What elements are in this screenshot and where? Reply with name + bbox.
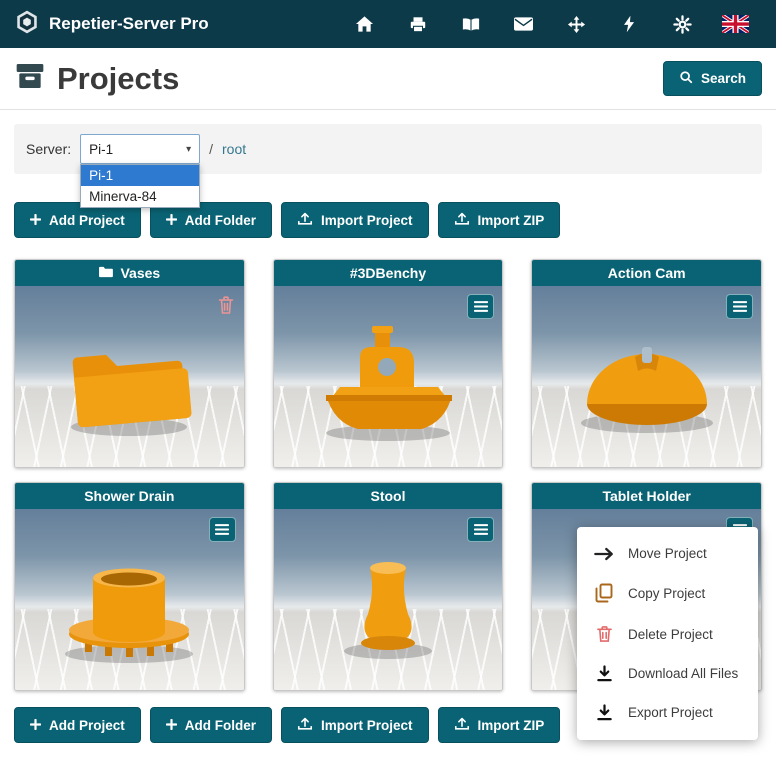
server-option-minerva84[interactable]: Minerva-84 bbox=[81, 186, 199, 207]
model-render-action-cam bbox=[547, 307, 747, 457]
navbar-icons bbox=[338, 0, 762, 48]
project-thumbnail[interactable] bbox=[532, 286, 761, 467]
projects-icon bbox=[14, 60, 46, 97]
server-bar: Server: Pi-1 ▾ Pi-1 Minerva-84 / root bbox=[14, 124, 762, 174]
server-select-value: Pi-1 bbox=[89, 142, 113, 157]
brand[interactable]: Repetier-Server Pro bbox=[14, 9, 209, 40]
page-title: Projects bbox=[57, 61, 179, 97]
upload-icon bbox=[297, 211, 313, 229]
expand-icon[interactable] bbox=[550, 0, 603, 48]
move-icon bbox=[594, 547, 614, 561]
breadcrumb-separator: / bbox=[209, 141, 213, 157]
project-title: Stool bbox=[370, 488, 405, 504]
project-thumbnail[interactable] bbox=[274, 509, 503, 690]
add-project-button-bottom[interactable]: Add Project bbox=[14, 707, 141, 743]
import-zip-button-bottom[interactable]: Import ZIP bbox=[438, 707, 561, 743]
project-thumbnail[interactable] bbox=[15, 509, 244, 690]
project-title: Vases bbox=[120, 265, 160, 281]
chevron-down-icon: ▾ bbox=[186, 144, 191, 155]
card-menu-button[interactable] bbox=[209, 517, 236, 542]
trash-icon bbox=[594, 625, 614, 643]
import-zip-button[interactable]: Import ZIP bbox=[438, 202, 561, 238]
book-icon[interactable] bbox=[444, 0, 497, 48]
server-select[interactable]: Pi-1 ▾ Pi-1 Minerva-84 bbox=[80, 134, 200, 164]
brand-title: Repetier-Server Pro bbox=[49, 14, 209, 34]
project-thumbnail[interactable] bbox=[15, 286, 244, 467]
project-card-shower-drain: Shower Drain bbox=[14, 482, 245, 691]
gear-icon[interactable] bbox=[656, 0, 709, 48]
upload-icon bbox=[454, 716, 470, 734]
project-card-action-cam: Action Cam bbox=[531, 259, 762, 468]
project-card-header[interactable]: Tablet Holder bbox=[532, 483, 761, 509]
project-card-header[interactable]: Action Cam bbox=[532, 260, 761, 286]
project-card-header[interactable]: #3DBenchy bbox=[274, 260, 503, 286]
plus-icon bbox=[30, 213, 41, 228]
plus-icon bbox=[166, 718, 177, 733]
project-title: #3DBenchy bbox=[350, 265, 426, 281]
project-title: Shower Drain bbox=[84, 488, 174, 504]
plus-icon bbox=[30, 718, 41, 733]
add-folder-button-bottom[interactable]: Add Folder bbox=[150, 707, 272, 743]
project-title: Action Cam bbox=[608, 265, 686, 281]
model-render-stool bbox=[288, 530, 488, 680]
search-button[interactable]: Search bbox=[663, 61, 762, 96]
model-render-folder bbox=[29, 307, 229, 457]
delete-folder-button[interactable] bbox=[216, 294, 236, 319]
project-thumbnail[interactable] bbox=[274, 286, 503, 467]
flag-uk-icon[interactable] bbox=[709, 0, 762, 48]
model-render-benchy bbox=[288, 307, 488, 457]
menu-item-delete-project[interactable]: Delete Project bbox=[577, 614, 758, 654]
app-logo-icon bbox=[14, 9, 40, 40]
project-context-menu: Move Project Copy Project Delete Project… bbox=[577, 527, 758, 740]
upload-icon bbox=[297, 716, 313, 734]
card-menu-button[interactable] bbox=[467, 517, 494, 542]
menu-item-download-all-files[interactable]: Download All Files bbox=[577, 654, 758, 693]
project-card-header[interactable]: Vases bbox=[15, 260, 244, 286]
menu-item-move-project[interactable]: Move Project bbox=[577, 535, 758, 572]
plus-icon bbox=[166, 213, 177, 228]
folder-icon bbox=[98, 265, 113, 281]
project-card-3dbenchy: #3DBenchy bbox=[273, 259, 504, 468]
mail-icon[interactable] bbox=[497, 0, 550, 48]
server-label: Server: bbox=[26, 141, 71, 157]
server-select-options: Pi-1 Minerva-84 bbox=[80, 164, 200, 208]
search-icon bbox=[679, 70, 693, 87]
project-card-vases: Vases bbox=[14, 259, 245, 468]
upload-icon bbox=[454, 211, 470, 229]
copy-icon bbox=[594, 583, 614, 603]
menu-item-copy-project[interactable]: Copy Project bbox=[577, 572, 758, 614]
home-icon[interactable] bbox=[338, 0, 391, 48]
breadcrumb-root-link[interactable]: root bbox=[222, 141, 246, 157]
card-menu-button[interactable] bbox=[467, 294, 494, 319]
model-render-shower-drain bbox=[29, 530, 229, 680]
project-card-header[interactable]: Stool bbox=[274, 483, 503, 509]
page-header: Projects Search bbox=[0, 48, 776, 110]
printer-icon[interactable] bbox=[391, 0, 444, 48]
menu-item-export-project[interactable]: Export Project bbox=[577, 693, 758, 732]
import-project-button[interactable]: Import Project bbox=[281, 202, 429, 238]
project-title: Tablet Holder bbox=[602, 488, 690, 504]
project-card-stool: Stool bbox=[273, 482, 504, 691]
server-option-pi1[interactable]: Pi-1 bbox=[81, 165, 199, 186]
bolt-icon[interactable] bbox=[603, 0, 656, 48]
download-icon bbox=[594, 665, 614, 682]
project-card-header[interactable]: Shower Drain bbox=[15, 483, 244, 509]
navbar: Repetier-Server Pro bbox=[0, 0, 776, 48]
export-icon bbox=[594, 704, 614, 721]
card-menu-button[interactable] bbox=[726, 294, 753, 319]
import-project-button-bottom[interactable]: Import Project bbox=[281, 707, 429, 743]
